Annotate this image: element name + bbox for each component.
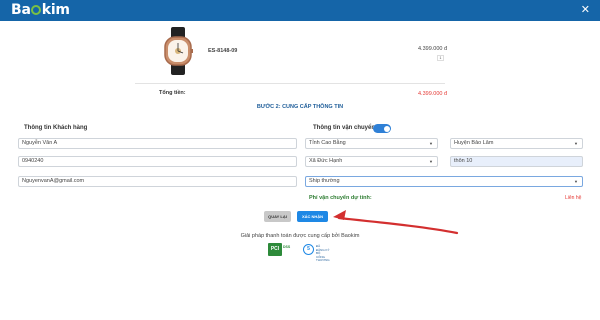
baokim-logo: Ba kim xyxy=(11,2,70,18)
customer-section-title: Thông tin Khách hàng xyxy=(24,125,88,131)
shipping-toggle[interactable] xyxy=(373,124,391,133)
email-field[interactable]: NguyenvanA@gmail.com xyxy=(18,176,297,187)
confirm-button[interactable]: XÁC NHẬN xyxy=(297,211,328,222)
shipping-method-value: Ship thường xyxy=(309,178,340,184)
gov-registered-badge: 5 ĐÃ ĐĂNG KÝ BỘ CÔNG THƯƠNG xyxy=(303,243,330,262)
wristwatch-icon xyxy=(164,27,193,75)
total-label: Tổng tiền: xyxy=(159,90,186,96)
shipping-section-title: Thông tin vận chuyển xyxy=(313,125,376,131)
step-title: BƯỚC 2: CUNG CẤP THÔNG TIN xyxy=(256,104,344,110)
phone-field[interactable]: 0940240 xyxy=(18,156,297,167)
product-sku: ES-8148-09 xyxy=(208,48,238,54)
district-select[interactable]: Huyện Bảo Lâm ▼ xyxy=(450,138,583,149)
pci-badge-icon: PCI xyxy=(268,243,282,256)
chevron-down-icon: ▼ xyxy=(429,141,433,146)
back-button[interactable]: QUAY LẠI xyxy=(264,211,291,222)
name-field[interactable]: Nguyễn Văn A xyxy=(18,138,297,149)
contact-link[interactable]: Liên hệ xyxy=(565,195,581,201)
close-icon[interactable]: ✕ xyxy=(581,3,590,16)
toggle-knob xyxy=(383,125,390,132)
gov-badge-icon: 5 xyxy=(303,244,314,255)
gov-subtext-line2: BỘ CÔNG THƯƠNG xyxy=(316,251,330,262)
chevron-down-icon: ▼ xyxy=(574,179,578,184)
top-bar: Ba kim ✕ xyxy=(0,0,600,21)
gov-subtext: ĐÃ ĐĂNG KÝ BỘ CÔNG THƯƠNG xyxy=(316,244,330,263)
ward-value: Xã Đức Hạnh xyxy=(309,158,343,164)
ward-select[interactable]: Xã Đức Hạnh ▼ xyxy=(305,156,438,167)
provider-text: Giải pháp thanh toán được cung cấp bởi B… xyxy=(240,233,360,239)
product-price: 4.399.000 đ xyxy=(418,46,448,52)
divider xyxy=(135,83,445,84)
total-value: 4.399.000 đ xyxy=(418,91,448,97)
chevron-down-icon: ▼ xyxy=(574,141,578,146)
pci-subtext: DSS xyxy=(283,245,291,249)
quantity-field[interactable]: 1 xyxy=(437,55,444,61)
pci-dss-badge: PCI DSS xyxy=(268,243,296,256)
chevron-down-icon: ▼ xyxy=(429,159,433,164)
province-select[interactable]: Tỉnh Cao Bằng ▼ xyxy=(305,138,438,149)
district-value: Huyện Bảo Lâm xyxy=(454,140,494,146)
province-value: Tỉnh Cao Bằng xyxy=(309,140,346,146)
shipping-method-select[interactable]: Ship thường ▼ xyxy=(305,176,583,187)
address-field[interactable]: thôn 10 xyxy=(450,156,583,167)
